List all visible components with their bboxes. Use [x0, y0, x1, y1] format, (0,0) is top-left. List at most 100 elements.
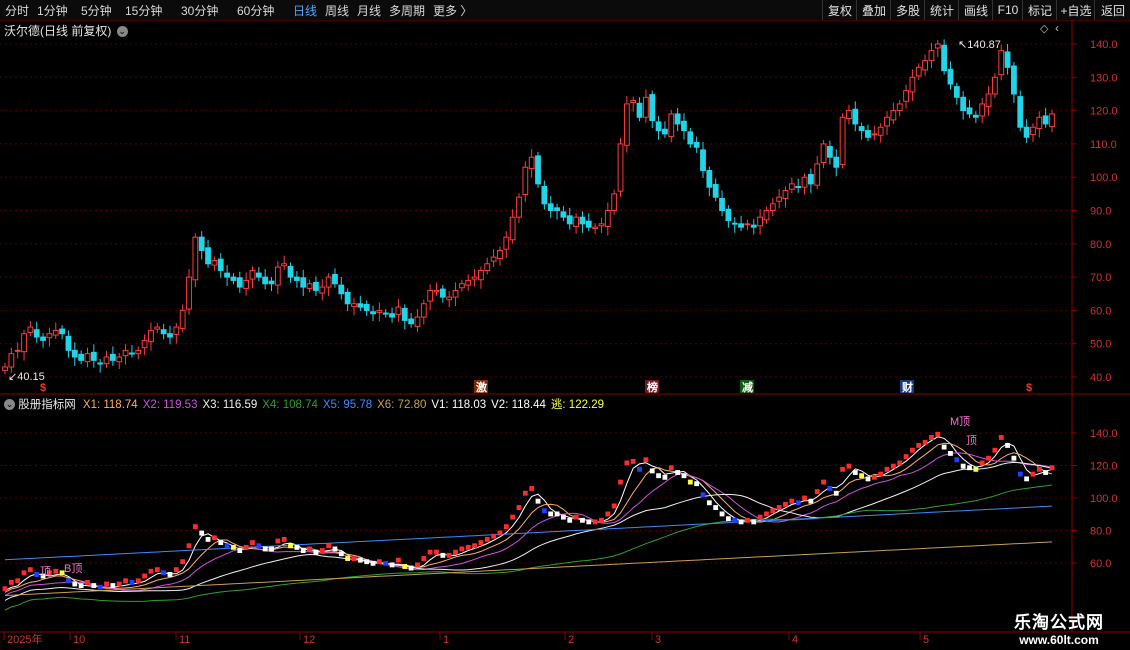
indicator-name[interactable]: 股册指标网 [18, 399, 76, 411]
event-marker-5: $ [1026, 382, 1032, 394]
ind-candle [662, 474, 668, 480]
ind-candle [91, 583, 97, 589]
candle-body [27, 326, 34, 333]
candle-body [116, 356, 123, 363]
ind-candle [592, 519, 598, 525]
candle-body [966, 107, 973, 115]
ind-candle [789, 498, 795, 504]
candle-body [109, 353, 116, 361]
stock-chart-canvas[interactable]: 140.0130.0120.0110.0100.090.080.070.060.… [0, 0, 1130, 650]
time-label: 2 [568, 634, 574, 646]
ind-candle [681, 473, 687, 479]
candle-body [1023, 126, 1030, 138]
ind-candle [326, 543, 332, 549]
ind-candle [408, 565, 414, 571]
candle-body [471, 276, 478, 280]
low-price-label: ↙40.15 [8, 371, 45, 383]
event-marker-2: 榜 [647, 380, 658, 394]
candle-body [40, 336, 46, 341]
ind-y-tick-label: 60.0 [1090, 558, 1111, 570]
ind-candle [446, 552, 452, 558]
ind-candle [262, 546, 268, 552]
ind-candle [491, 533, 496, 539]
ind-candle [154, 567, 160, 573]
candle-body [934, 43, 941, 49]
candle-body [972, 114, 979, 118]
candle-body [401, 307, 408, 321]
main-y-tick-label: 110.0 [1090, 139, 1117, 151]
ind-candle [1030, 471, 1036, 477]
candle-body [332, 273, 338, 285]
ind-candle [960, 463, 966, 469]
candle-body [877, 126, 884, 136]
candle-body [801, 176, 808, 188]
indicator-dropdown-icon[interactable]: ⌄ [4, 399, 15, 411]
candle-body [78, 353, 85, 361]
ind-candle [319, 548, 325, 553]
ind-candle [1024, 476, 1030, 482]
ind-candle [675, 470, 681, 475]
ind-candle [986, 455, 991, 461]
candle-body [884, 116, 890, 127]
ind-candle [738, 519, 744, 525]
ind-candle [783, 501, 788, 507]
candle-body [788, 183, 795, 190]
ind-candle [605, 511, 611, 517]
candle-body [922, 60, 928, 71]
candle-body [84, 353, 91, 363]
ind-candle [935, 431, 941, 437]
ind-candle [687, 479, 693, 485]
candle-body [668, 113, 675, 138]
candle-body [167, 333, 173, 338]
ind-candle [732, 517, 738, 523]
candle-body [738, 223, 744, 228]
ind-candle [1049, 465, 1055, 471]
candle-body [979, 103, 986, 117]
ind-candle [243, 544, 249, 550]
candle-body [230, 276, 237, 281]
ind-candle [516, 505, 522, 510]
ind-candle [345, 556, 351, 561]
time-label: 5 [923, 634, 929, 646]
main-y-tick-label: 40.0 [1090, 372, 1111, 384]
ind-candle [2, 586, 8, 592]
ind-candle [256, 543, 262, 549]
ind-candle [802, 495, 807, 501]
ind-candle [1043, 470, 1049, 475]
signal-label: B顶 [64, 562, 82, 575]
candle-body [217, 258, 224, 271]
ind-candle [192, 524, 198, 530]
candle-body [915, 66, 922, 77]
candle-body [763, 210, 770, 221]
ind-candle [212, 535, 217, 541]
indicator-value-3: X4: 108.74 [262, 399, 318, 411]
ind-candle [351, 556, 357, 561]
ind-candle [795, 500, 801, 506]
ind-candle [656, 473, 661, 479]
candle-body [782, 190, 789, 200]
ind-candle [764, 511, 769, 517]
candle-body [566, 215, 573, 225]
candle-body [287, 265, 294, 278]
candle-body [1049, 113, 1055, 128]
candle-body [985, 93, 992, 108]
ind-candle [510, 514, 516, 520]
time-label: 2025年 [7, 632, 42, 646]
candle-body [611, 193, 618, 212]
ind-candle [580, 517, 585, 523]
ind-candle [1017, 471, 1023, 477]
indicator-value-6: V1: 118.03 [431, 399, 487, 411]
ind-candle [649, 468, 655, 474]
candle-body [306, 283, 313, 289]
ind-candle [897, 460, 903, 466]
ind-candle [465, 544, 471, 550]
ind-candle [15, 578, 21, 584]
ind-candle [694, 481, 700, 487]
candle-body [319, 286, 326, 294]
candle-body [293, 276, 300, 281]
ind-candle [948, 450, 953, 456]
ind-candle [415, 562, 420, 568]
candle-body [839, 116, 846, 166]
candle-body [522, 166, 529, 196]
candle-body [642, 96, 649, 118]
